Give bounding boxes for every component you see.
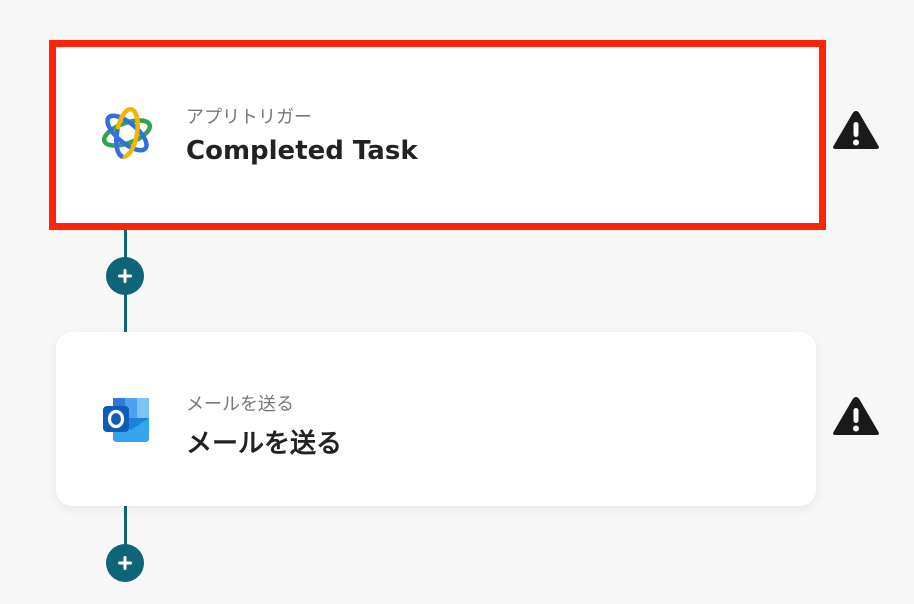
plus-icon [118,269,132,283]
add-step-button[interactable] [106,257,144,295]
step-card-send-email[interactable]: メールを送る メールを送る [56,332,816,506]
step-type-label: アプリトリガー [186,107,312,128]
orbit-app-icon [101,107,153,159]
step-title: メールを送る [186,429,343,459]
outlook-icon [103,398,149,442]
warning-icon[interactable] [831,394,881,438]
warning-icon[interactable] [831,108,881,152]
add-step-button[interactable] [106,544,144,582]
plus-icon [118,556,132,570]
step-title: Completed Task [186,136,418,166]
step-card-completed-task[interactable]: アプリトリガー Completed Task [56,47,816,224]
step-type-label: メールを送る [186,394,294,415]
